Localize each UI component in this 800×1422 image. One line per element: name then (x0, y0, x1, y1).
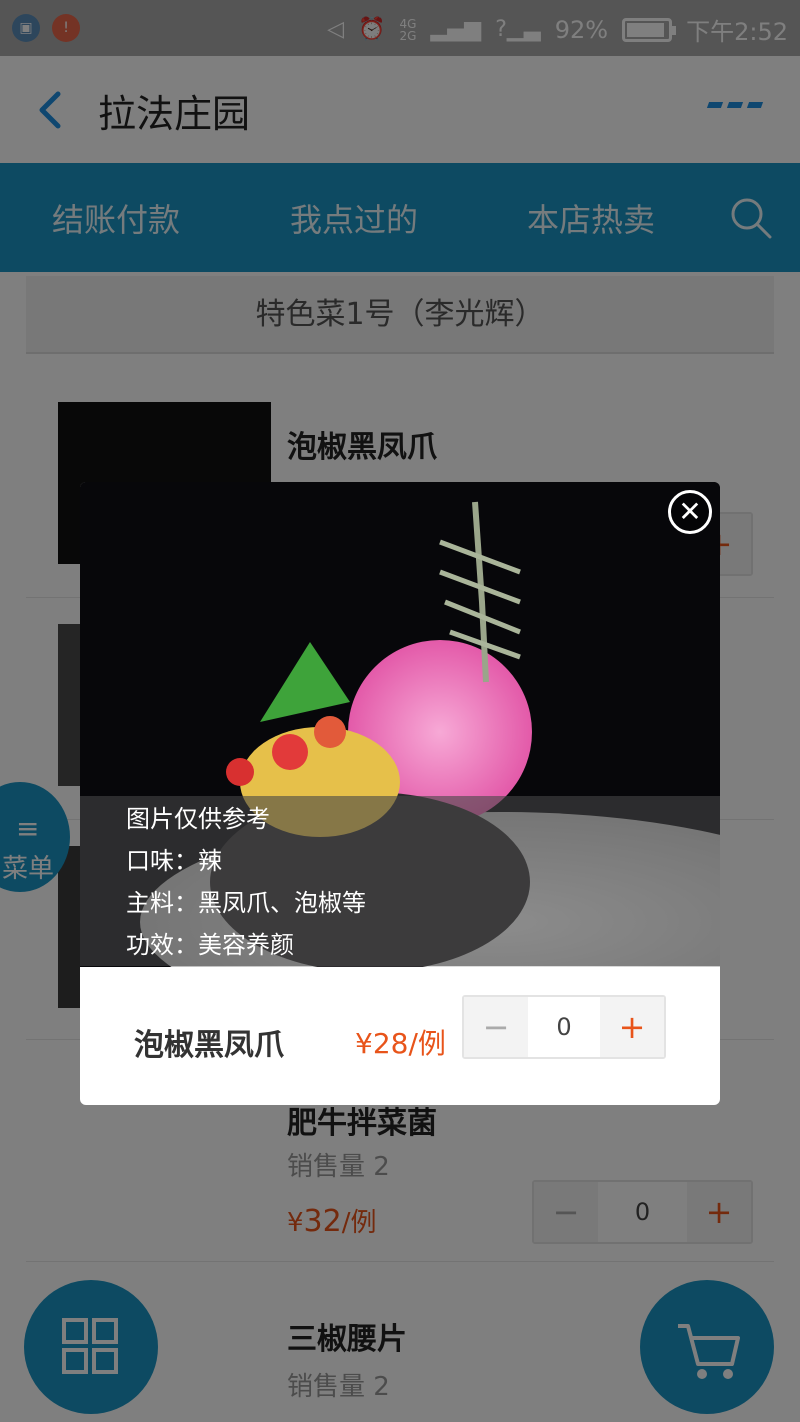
dish-photo: ✕ 图片仅供参考 口味：辣 主料：黑凤爪、泡椒等 功效：美容养颜 (80, 482, 720, 967)
caption-ingredients: 主料：黑凤爪、泡椒等 (126, 889, 366, 917)
increase-button[interactable]: + (600, 997, 664, 1057)
caption-flavor: 口味：辣 (126, 847, 222, 875)
modal-dish-price: ¥28/例 (355, 1027, 446, 1060)
decrease-button[interactable]: − (464, 997, 528, 1057)
dish-info-caption: 图片仅供参考 口味：辣 主料：黑凤爪、泡椒等 功效：美容养颜 (80, 796, 720, 966)
dish-detail-modal: ✕ 图片仅供参考 口味：辣 主料：黑凤爪、泡椒等 功效：美容养颜 泡椒黑凤爪 ¥… (80, 482, 720, 1105)
caption-benefit: 功效：美容养颜 (126, 931, 294, 959)
close-icon[interactable]: ✕ (668, 490, 712, 534)
quantity-value[interactable]: 0 (528, 997, 600, 1057)
modal-dish-name: 泡椒黑凤爪 (134, 1028, 284, 1063)
modal-quantity-stepper: − 0 + (462, 995, 666, 1059)
modal-footer: 泡椒黑凤爪 ¥28/例 − 0 + (80, 967, 720, 1105)
caption-disclaimer: 图片仅供参考 (126, 805, 270, 833)
